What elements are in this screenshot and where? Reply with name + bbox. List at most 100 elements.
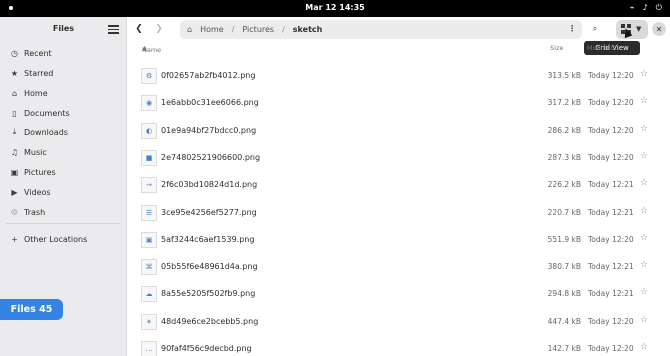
header-bar: ❮ ❯ ⌂ Home / Pictures / sketch ⋮ ⌕ ▼ ✕ (128, 17, 670, 42)
file-size: 226.2 kB (547, 180, 581, 190)
image-thumbnail-icon: → (141, 177, 157, 194)
sidebar-item-label: Videos (24, 187, 51, 197)
file-size: 294.8 kB (547, 289, 581, 299)
sidebar-item-pictures[interactable]: ▣ Pictures (0, 163, 127, 181)
image-thumbnail-icon: ▣ (141, 231, 157, 248)
breadcrumb-current[interactable]: sketch (293, 25, 323, 34)
music-icon: ♫ (10, 147, 19, 157)
clock[interactable]: Mar 12 14:35 (0, 3, 670, 12)
file-modified: Today 12:21 (588, 262, 634, 272)
back-button[interactable]: ❮ (132, 22, 146, 36)
star-icon[interactable]: ☆ (640, 315, 648, 325)
sidebar-header: Files (0, 17, 126, 41)
search-button[interactable]: ⌕ (588, 22, 602, 36)
network-icon: ⌁ (629, 3, 635, 12)
sidebar-item-videos[interactable]: ▶ Videos (0, 183, 127, 201)
column-name[interactable]: Name ▲ (142, 44, 161, 54)
file-row[interactable]: ⌘ 05b55f6e48961d4a.png 380.7 kB Today 12:21… (128, 254, 670, 281)
location-bar[interactable]: ⌂ Home / Pictures / sketch ⋮ (180, 20, 582, 39)
column-modified[interactable]: Modified (587, 44, 615, 52)
sidebar-item-label: Documents (24, 108, 70, 118)
image-thumbnail-icon: ◉ (141, 95, 157, 112)
sidebar-item-home[interactable]: ⌂ Home (0, 84, 127, 102)
file-name: 3ce95e4256ef5277.png (161, 207, 257, 217)
file-row[interactable]: ✴ 48d49e6ce2bcebb5.png 447.4 kB Today 12:20… (128, 309, 670, 336)
pictures-icon: ▣ (10, 167, 19, 177)
breadcrumb-pictures[interactable]: Pictures (242, 25, 274, 34)
file-row[interactable]: ☰ 3ce95e4256ef5277.png 220.7 kB Today 12:21… (128, 200, 670, 227)
star-icon[interactable]: ☆ (640, 206, 648, 216)
forward-button[interactable]: ❯ (152, 22, 166, 36)
star-icon[interactable]: ☆ (640, 151, 648, 161)
star-icon[interactable]: ☆ (640, 96, 648, 106)
file-name: 48d49e6ce2bcebb5.png (161, 316, 259, 326)
file-row[interactable]: ◉ 1e6abb0c31ee6066.png 317.2 kB Today 12:20… (128, 90, 670, 117)
sidebar-item-recent[interactable]: ◷ Recent (0, 44, 127, 62)
sidebar-item-music[interactable]: ♫ Music (0, 143, 127, 161)
file-modified: Today 12:20 (588, 316, 634, 326)
file-modified: Today 12:20 (588, 152, 634, 162)
sidebar-item-other-locations[interactable]: + Other Locations (0, 230, 127, 248)
volume-icon: ♪ (642, 3, 648, 12)
search-icon: ⌕ (592, 24, 598, 33)
sidebar-item-label: Pictures (24, 167, 56, 177)
file-browser: ❮ ❯ ⌂ Home / Pictures / sketch ⋮ ⌕ ▼ ✕ G… (128, 17, 670, 356)
system-tray[interactable]: ⌁ ♪ ⏻ (630, 3, 662, 13)
file-row[interactable]: ■ 2e74802521906600.png 287.3 kB Today 12:20… (128, 145, 670, 172)
download-icon: ⤓ (12, 127, 17, 136)
file-row[interactable]: … 90faf4f56c9decbd.png 142.7 kB Today 12:20… (128, 336, 670, 356)
image-thumbnail-icon: ⌘ (141, 259, 157, 276)
file-modified: Today 12:20 (588, 344, 634, 353)
file-modified: Today 12:21 (588, 180, 634, 190)
column-size[interactable]: Size (550, 44, 563, 52)
file-row[interactable]: ▣ 5af3244c6aef1539.png 551.9 kB Today 12:20… (128, 227, 670, 254)
file-name: 1e6abb0c31ee6066.png (161, 98, 259, 108)
chevron-down-icon[interactable]: ▼ (636, 25, 641, 33)
star-icon[interactable]: ☆ (640, 124, 648, 134)
image-thumbnail-icon: ☁ (141, 286, 157, 303)
file-size: 142.7 kB (547, 344, 581, 353)
file-size: 313.5 kB (547, 71, 581, 80)
sidebar-item-label: Downloads (24, 127, 68, 137)
file-row[interactable]: → 2f6c03bd10824d1d.png 226.2 kB Today 12:21… (128, 172, 670, 199)
file-modified: Today 12:20 (588, 125, 634, 135)
plus-icon: + (11, 234, 18, 244)
document-icon: ▯ (12, 108, 17, 118)
file-row[interactable]: ◐ 01e9a94bf27bdcc0.png 286.2 kB Today 12:20… (128, 118, 670, 145)
home-icon: ⌂ (11, 88, 18, 98)
sidebar: Files ◷ Recent ★ Starred ⌂ Home ▯ Docume… (0, 17, 127, 356)
sidebar-item-downloads[interactable]: ⤓ Downloads (0, 123, 127, 141)
image-thumbnail-icon: ✴ (141, 313, 157, 330)
image-thumbnail-icon: ◐ (141, 122, 157, 139)
file-row[interactable]: ⚙ 0f02657ab2fb4012.png 313.5 kB Today 12:20… (128, 63, 670, 90)
main-menu-button[interactable] (108, 23, 119, 34)
files-window: Files ◷ Recent ★ Starred ⌂ Home ▯ Docume… (0, 17, 670, 356)
file-modified: Today 12:21 (588, 207, 634, 217)
sidebar-item-label: Recent (24, 48, 52, 58)
star-icon[interactable]: ☆ (640, 342, 648, 352)
star-icon[interactable]: ☆ (640, 178, 648, 188)
trash-icon: ♲ (10, 207, 19, 217)
image-thumbnail-icon: ■ (141, 149, 157, 166)
more-options-icon[interactable]: ⋮ (568, 24, 576, 33)
sidebar-divider (6, 223, 120, 224)
file-name: 0f02657ab2fb4012.png (161, 71, 256, 80)
star-icon[interactable]: ☆ (640, 69, 648, 79)
chevron-left-icon: ❮ (135, 24, 143, 34)
file-name: 8a55e5205f502fb9.png (161, 289, 256, 299)
sidebar-item-trash[interactable]: ♲ Trash (0, 203, 127, 221)
file-size: 287.3 kB (547, 152, 581, 162)
power-icon: ⏻ (655, 3, 662, 12)
breadcrumb-home[interactable]: Home (200, 25, 224, 34)
home-icon: ⌂ (187, 25, 193, 34)
file-name: 05b55f6e48961d4a.png (161, 262, 258, 272)
sidebar-item-starred[interactable]: ★ Starred (0, 64, 127, 82)
star-icon[interactable]: ☆ (640, 260, 648, 270)
star-icon[interactable]: ☆ (640, 233, 648, 243)
star-icon[interactable]: ☆ (640, 287, 648, 297)
file-row[interactable]: ☁ 8a55e5205f502fb9.png 294.8 kB Today 12:21… (128, 281, 670, 308)
sidebar-item-documents[interactable]: ▯ Documents (0, 104, 127, 122)
file-name: 2f6c03bd10824d1d.png (161, 180, 258, 190)
sidebar-item-label: Starred (24, 68, 54, 78)
close-button[interactable]: ✕ (652, 22, 666, 36)
